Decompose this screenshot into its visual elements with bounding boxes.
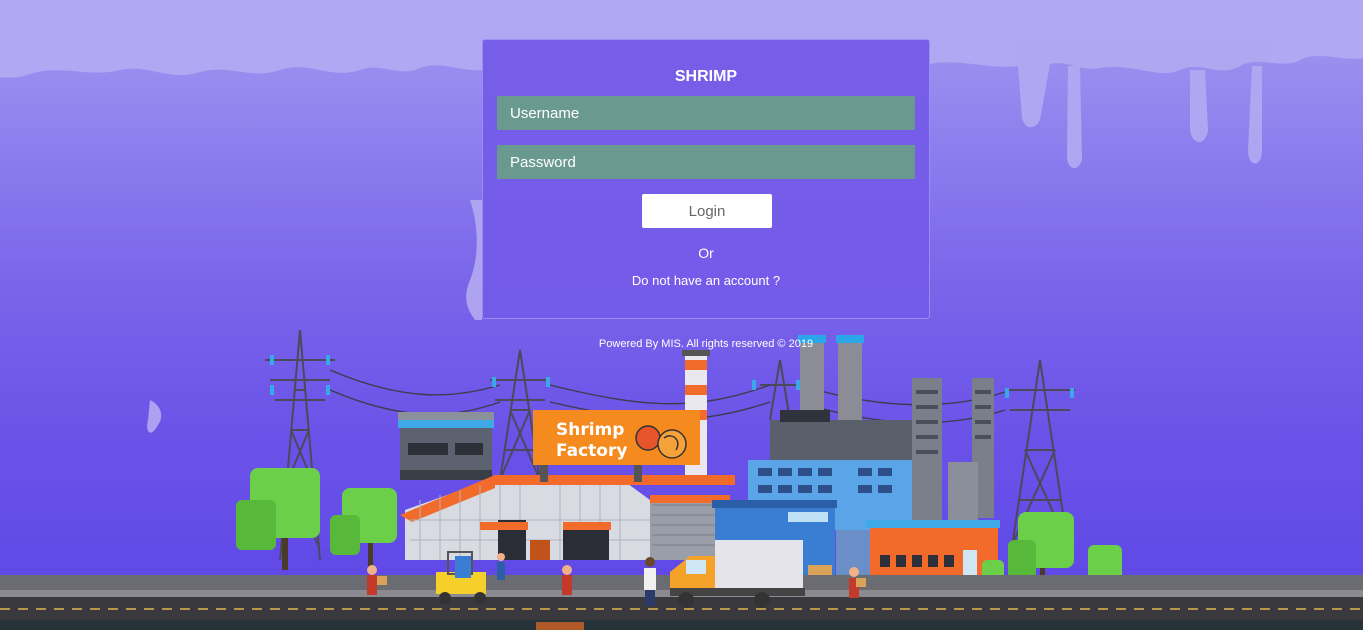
main-factory — [400, 475, 735, 560]
left-building — [398, 412, 494, 480]
password-input[interactable] — [497, 145, 915, 179]
insulators — [270, 355, 1074, 398]
login-button[interactable]: Login — [642, 194, 772, 228]
sign-line-2: Factory — [556, 441, 627, 461]
login-title: SHRIMP — [674, 68, 738, 85]
shrimp-factory-sign: Shrimp Factory — [533, 410, 700, 482]
username-input[interactable] — [497, 96, 915, 130]
or-separator: Or — [698, 245, 714, 261]
sign-line-1: Shrimp — [556, 420, 624, 440]
login-card: SHRIMP Login Or Do not have an account ? — [482, 39, 930, 319]
footer-copyright: Powered By MIS. All rights reserved © 20… — [598, 338, 814, 350]
signup-link[interactable]: Do not have an account ? — [483, 273, 929, 288]
